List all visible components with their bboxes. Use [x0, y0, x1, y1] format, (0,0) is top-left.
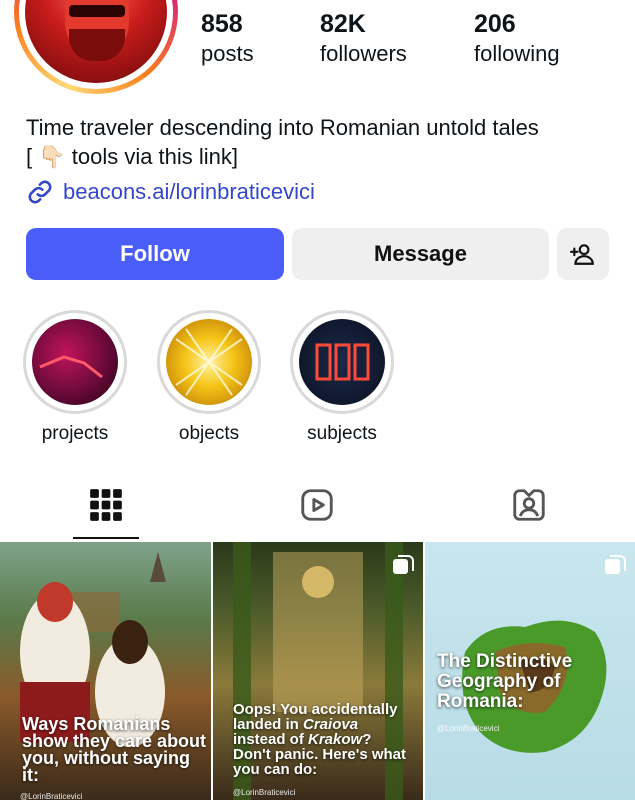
- following-count: 206: [474, 10, 516, 38]
- bio-line-1: Time traveler descending into Romanian u…: [26, 115, 539, 140]
- highlight-label: projects: [41, 423, 109, 444]
- link-text[interactable]: beacons.ai/lorinbraticevici: [63, 179, 315, 205]
- active-tab-indicator: [73, 537, 139, 539]
- add-user-icon: [570, 244, 594, 265]
- highlight-objects-image: [166, 319, 252, 405]
- followers-label: followers: [320, 41, 407, 66]
- following-stat[interactable]: 206 following: [474, 8, 560, 68]
- carousel-icon: [603, 554, 627, 578]
- followers-count: 82K: [320, 10, 366, 38]
- following-label: following: [474, 41, 560, 66]
- profile-avatar[interactable]: [14, 0, 178, 94]
- tab-tagged[interactable]: [510, 486, 548, 524]
- message-button[interactable]: Message: [292, 228, 549, 280]
- post-tile[interactable]: The Distinctive Geography of Romania: @L…: [425, 542, 635, 800]
- post-handle: @LorinBraticevici: [437, 724, 500, 733]
- post-handle: @LorinBraticevici: [233, 788, 296, 797]
- post-tile[interactable]: Ways Romanians show they care about you,…: [0, 542, 211, 800]
- highlight-label: subjects: [307, 423, 377, 444]
- highlight-subjects[interactable]: subjects: [290, 310, 394, 445]
- highlight-label: objects: [178, 423, 240, 444]
- post-tile[interactable]: Oops! You accidentally landed in Craiova…: [213, 542, 423, 800]
- posts-grid: Ways Romanians show they care about you,…: [0, 542, 635, 800]
- profile-link[interactable]: beacons.ai/lorinbraticevici: [26, 178, 315, 206]
- followers-stat[interactable]: 82K followers: [320, 8, 407, 68]
- highlight-subjects-image: [299, 319, 385, 405]
- add-user-button[interactable]: [557, 228, 609, 280]
- post-caption: The Distinctive Geography of Romania:: [437, 651, 573, 712]
- link-icon: [28, 180, 52, 204]
- post-caption: Ways Romanians show they care about you,…: [22, 714, 207, 785]
- post-handle: @LorinBraticevici: [20, 792, 83, 800]
- reels-icon: [301, 489, 333, 521]
- highlight-projects[interactable]: projects: [23, 310, 127, 445]
- posts-count: 858: [201, 10, 243, 38]
- profile-bio: Time traveler descending into Romanian u…: [26, 113, 539, 171]
- post-caption: Oops! You accidentally landed in Craiova…: [233, 701, 406, 778]
- highlight-projects-image: [32, 319, 118, 405]
- carousel-icon: [391, 554, 415, 578]
- profile-tabs: [0, 470, 635, 540]
- highlight-objects[interactable]: objects: [157, 310, 261, 445]
- tab-reels[interactable]: [298, 486, 336, 524]
- tab-posts[interactable]: [87, 486, 125, 524]
- grid-icon: [90, 489, 122, 521]
- bio-line-2: [ 👇🏻 tools via this link]: [26, 144, 239, 169]
- posts-stat: 858 posts: [201, 8, 254, 68]
- tagged-icon: [513, 489, 545, 521]
- follow-button[interactable]: Follow: [26, 228, 284, 280]
- posts-label: posts: [201, 41, 254, 66]
